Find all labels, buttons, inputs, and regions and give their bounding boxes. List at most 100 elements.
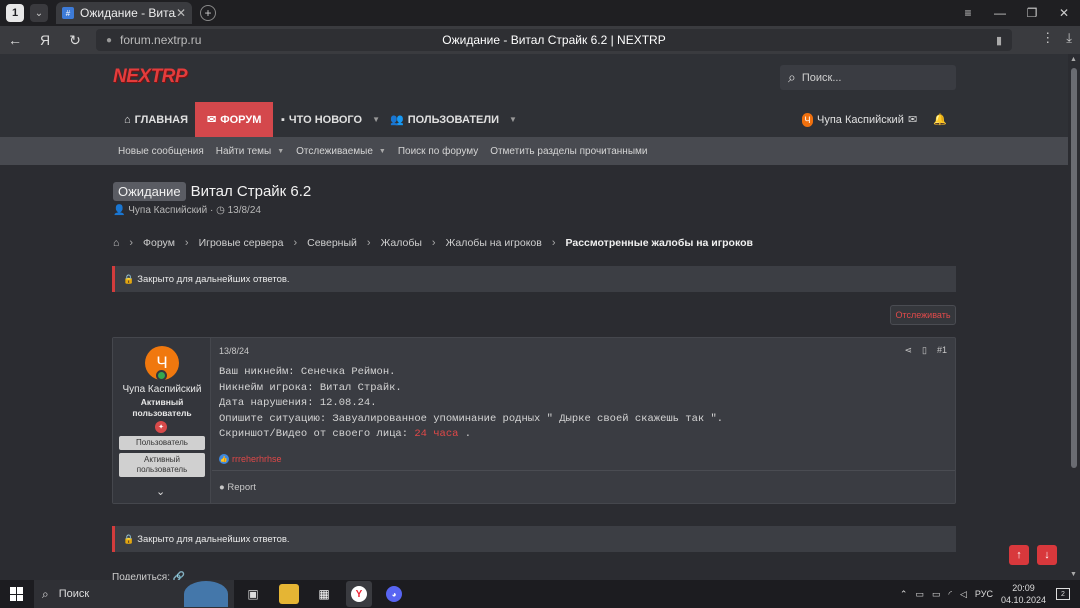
chevron-down-icon[interactable]: ▼ — [509, 115, 517, 124]
clock-time: 20:09 — [1012, 583, 1035, 593]
restore-icon[interactable]: ❐ — [1016, 0, 1048, 26]
bell-icon[interactable]: 🔔 — [933, 113, 947, 126]
back-icon[interactable]: ← — [0, 32, 30, 48]
discord-icon[interactable]: ◕ — [384, 584, 404, 604]
subnav-new-posts[interactable]: Новые сообщения — [118, 146, 204, 157]
nav-whats-new[interactable]: ▪ ЧТО НОВОГО ▼ — [281, 102, 380, 137]
members-icon: 👥 — [390, 114, 404, 126]
inbox-icon[interactable]: ✉ — [908, 113, 917, 126]
chevron-right-icon: › — [431, 237, 436, 249]
post-number[interactable]: #1 — [937, 345, 947, 356]
breadcrumb-item[interactable]: Форум — [143, 237, 175, 249]
close-tab-icon[interactable]: ✕ — [176, 6, 186, 20]
post-user-panel: Ч Чупа Каспийский Активный пользователь … — [113, 338, 211, 503]
scrollbar-thumb[interactable] — [1071, 68, 1077, 468]
yandex-browser-icon[interactable]: Y — [346, 581, 372, 607]
main-content: Ожидание Витал Страйк 6.2 👤 Чупа Каспийс… — [0, 165, 1068, 583]
scroll-top-button[interactable]: ↑ — [1009, 545, 1029, 565]
reload-icon[interactable]: ↻ — [60, 32, 90, 49]
taskbar-search-label: Поиск — [58, 588, 90, 600]
lock-icon: 🔒 — [123, 273, 135, 284]
post-author[interactable]: Чупа Каспийский — [113, 384, 211, 395]
page-scrollbar[interactable]: ▲ ▼ — [1068, 54, 1080, 580]
chevron-down-icon[interactable]: ▼ — [277, 148, 284, 155]
nav-home[interactable]: ⌂ ГЛАВНАЯ — [124, 102, 188, 137]
breadcrumb-item[interactable]: Жалобы на игроков — [446, 237, 542, 249]
scroll-bottom-button[interactable]: ↓ — [1037, 545, 1057, 565]
more-icon[interactable]: ⋮ — [1041, 30, 1054, 46]
clock[interactable]: 20:09 04.10.2024 — [1001, 582, 1046, 606]
post-tools: ⋖ ▯ #1 — [904, 345, 947, 356]
nav-members[interactable]: 👥 ПОЛЬЗОВАТЕЛИ ▼ — [390, 102, 517, 137]
url-field[interactable]: ● forum.nextrp.ru Ожидание - Витал Страй… — [96, 29, 1012, 51]
post-date[interactable]: 13/8/24 — [219, 346, 249, 356]
home-icon: ⌂ — [124, 113, 131, 126]
share-icon[interactable]: ⋖ — [904, 345, 912, 356]
chevron-down-icon[interactable]: ▼ — [372, 115, 380, 124]
scroll-down-icon[interactable]: ▼ — [1070, 571, 1077, 578]
store-icon[interactable]: ▦ — [314, 584, 334, 604]
browser-tab[interactable]: # Ожидание - Витал Страйк 6.2 ✕ — [56, 2, 192, 24]
taskbar-search[interactable]: ⌕ Поиск — [34, 580, 234, 608]
thread-author[interactable]: Чупа Каспийский — [128, 205, 207, 216]
nav-user[interactable]: Ч Чупа Каспийский — [802, 102, 904, 137]
subnav-watched[interactable]: Отслеживаемые — [296, 146, 373, 157]
post-line-prefix: Скриншот/Видео от своего лица: — [219, 428, 409, 440]
thread-prefix[interactable]: Ожидание — [113, 182, 186, 201]
reaction-user[interactable]: rrreherhrhse — [232, 454, 282, 464]
home-icon[interactable]: ⌂ — [113, 237, 119, 249]
lock-icon: 🔒 — [123, 533, 135, 544]
volume-icon[interactable]: ◁ — [960, 589, 967, 600]
nav-icons: ✉ 🔔 — [908, 102, 947, 137]
user-badge-icon: ✦ — [155, 421, 167, 433]
breadcrumb-item[interactable]: Игровые сервера — [199, 237, 284, 249]
menu-icon[interactable]: ≡ — [952, 0, 984, 26]
site-logo[interactable]: NEXTRP — [113, 66, 188, 88]
search-input[interactable]: ⌕ Поиск... — [780, 65, 956, 90]
system-tray: ⌃ ▭ ▭ ◜ ◁ РУС 20:09 04.10.2024 2 — [900, 580, 1080, 608]
subnav-mark-read[interactable]: Отметить разделы прочитанными — [490, 146, 647, 157]
yandex-icon[interactable]: Я — [30, 32, 60, 48]
post-highlight: 24 часа — [414, 428, 459, 440]
subnav-search-forum[interactable]: Поиск по форуму — [398, 146, 478, 157]
site-favicon-icon: # — [62, 7, 74, 19]
breadcrumb-item[interactable]: Жалобы — [381, 237, 422, 249]
report-button[interactable]: ● Report — [219, 482, 256, 493]
minimize-icon[interactable]: — — [984, 0, 1016, 26]
notifications-icon[interactable]: 2 — [1056, 588, 1070, 600]
thread-meta: 👤 Чупа Каспийский · ◷ 13/8/24 — [113, 205, 261, 216]
chevron-down-icon[interactable]: ⌄ — [156, 485, 165, 498]
language-indicator[interactable]: РУС — [975, 589, 993, 599]
tab-counter[interactable]: 1 — [6, 4, 24, 22]
breadcrumb-current[interactable]: Рассмотренные жалобы на игроков — [566, 237, 753, 249]
download-icon[interactable]: ⤓ — [1066, 30, 1072, 46]
subnav-find-threads[interactable]: Найти темы — [216, 146, 271, 157]
post-line: Дата нарушения: 12.08.24. — [219, 397, 377, 409]
nav-home-label: ГЛАВНАЯ — [134, 113, 189, 126]
follow-button[interactable]: Отслеживать — [890, 305, 956, 325]
task-view-icon[interactable]: ▣ — [243, 584, 263, 604]
windows-start-icon[interactable] — [10, 587, 24, 601]
close-window-icon[interactable]: ✕ — [1048, 0, 1080, 26]
new-tab-icon[interactable]: + — [200, 5, 216, 21]
tab-title: Ожидание - Витал Страйк 6.2 — [80, 6, 176, 20]
wifi-icon[interactable]: ◜ — [949, 589, 953, 600]
bookmark-icon[interactable]: ▯ — [922, 345, 927, 356]
breadcrumb-item[interactable]: Северный — [307, 237, 357, 249]
post-footer: ● Report — [212, 470, 955, 503]
chevron-up-icon[interactable]: ⌃ — [900, 589, 908, 600]
reactions: 👍 rrreherhrhse — [219, 454, 282, 464]
chevron-down-icon[interactable]: ▼ — [379, 148, 386, 155]
browser-tabbar: 1 ⌄ # Ожидание - Витал Страйк 6.2 ✕ + ≡ … — [0, 0, 1080, 26]
nav-forum[interactable]: ✉ ФОРУМ — [195, 102, 274, 137]
scroll-up-icon[interactable]: ▲ — [1070, 56, 1077, 63]
closed-notice: 🔒 Закрыто для дальнейших ответов. — [112, 266, 956, 292]
battery-icon[interactable]: ▭ — [932, 589, 941, 600]
bookmark-icon[interactable]: ▮ — [996, 34, 1002, 47]
device-icon[interactable]: ▭ — [915, 589, 924, 600]
post-line: Скриншот/Видео от своего лица: 24 часа . — [219, 427, 723, 443]
file-explorer-icon[interactable] — [279, 584, 299, 604]
tabs-dropdown-icon[interactable]: ⌄ — [30, 4, 48, 22]
window-controls: ≡ — ❐ ✕ — [952, 0, 1080, 26]
closed-notice-bottom: 🔒 Закрыто для дальнейших ответов. — [112, 526, 956, 552]
